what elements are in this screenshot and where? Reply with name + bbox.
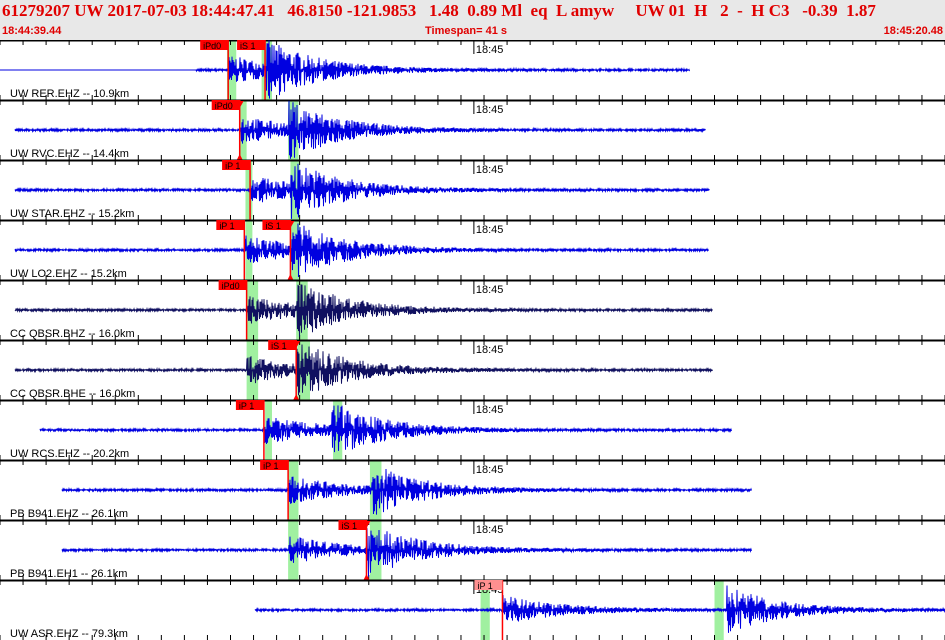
timespan: Timespan= 41 s <box>425 25 508 37</box>
station-label: CC QBSR.BHE -- 16.0km <box>10 388 135 400</box>
pick-label: iP 1 <box>477 581 492 591</box>
pick-label: iP 1 <box>225 161 240 171</box>
station-label: UW ASR.EHZ -- 79.3km <box>10 628 128 640</box>
pick-label: iP 1 <box>219 221 234 231</box>
pick-label: iS 1 <box>271 341 287 351</box>
trace-panel[interactable]: 18:45 iP 1 PB B941.EHZ -- 26.1km <box>0 459 945 520</box>
minute-label: 18:45 <box>476 104 504 116</box>
seismogram-panels[interactable]: 18:45 iPd0 iS 1 UW RER.EHZ -- 10.9km 18:45 iP… <box>0 40 945 640</box>
event-summary: 61279207 UW 2017-07-03 18:44:47.41 46.81… <box>2 1 876 20</box>
trace-panel[interactable]: 18:45 iPd0 iS 1 UW RER.EHZ -- 10.9km <box>0 40 945 100</box>
station-label: UW LO2.EHZ -- 15.2km <box>10 268 127 280</box>
minute-label: 18:45 <box>476 44 504 56</box>
minute-label: 18:45 <box>476 164 504 176</box>
trace-panel[interactable]: 18:45 iP 1 UW RCS.EHZ -- 20.2km <box>0 399 945 460</box>
station-label: PB B941.EH1 -- 26.1km <box>10 568 127 580</box>
trace-panel[interactable]: 18:45 iPd0 UW RVC.EHZ -- 14.4km <box>0 99 945 160</box>
minute-label: 18:45 <box>476 284 504 296</box>
start-time: 18:44:39.44 <box>2 25 62 37</box>
station-label: UW RER.EHZ -- 10.9km <box>10 88 129 100</box>
minute-label: 18:45 <box>476 344 504 356</box>
station-label: UW STAR.EHZ -- 15.2km <box>10 208 134 220</box>
pick-label: iPd0 <box>215 101 233 111</box>
event-header: 61279207 UW 2017-07-03 18:44:47.41 46.81… <box>0 0 945 40</box>
station-label: CC QBSR.BHZ -- 16.0km <box>10 328 135 340</box>
end-time: 18:45:20.48 <box>883 25 943 37</box>
pick-label: iP 1 <box>263 461 278 471</box>
pick-label: iPd0 <box>222 281 240 291</box>
station-label: UW RVC.EHZ -- 14.4km <box>10 148 129 160</box>
trace-panel[interactable]: 18:45 iP 1 UW STAR.EHZ -- 15.2km <box>0 159 945 220</box>
trace-panel[interactable]: 18:45iP 1UW ASR.EHZ -- 79.3km <box>0 579 945 640</box>
minute-label: 18:45 <box>476 524 504 536</box>
pick-label: iS 1 <box>240 41 256 51</box>
pick-label: iPd0 <box>203 41 221 51</box>
trace-panel[interactable]: 18:45 iS 1 CC QBSR.BHE -- 16.0km <box>0 339 945 400</box>
pick-label: iP 1 <box>239 401 254 411</box>
pick-label: iS 1 <box>265 221 281 231</box>
trace-panel[interactable]: 18:45 iS 1 PB B941.EH1 -- 26.1km <box>0 519 945 580</box>
minute-label: 18:45 <box>476 404 504 416</box>
pick-label: iS 1 <box>341 521 357 531</box>
trace-panel[interactable]: 18:45 iP 1 iS 1 UW LO2.EHZ -- 15.2km <box>0 219 945 280</box>
station-label: UW RCS.EHZ -- 20.2km <box>10 448 129 460</box>
minute-label: 18:45 <box>476 464 504 476</box>
trace-panel[interactable]: 18:45 iPd0 CC QBSR.BHZ -- 16.0km <box>0 279 945 340</box>
minute-label: 18:45 <box>476 224 504 236</box>
station-label: PB B941.EHZ -- 26.1km <box>10 508 128 520</box>
